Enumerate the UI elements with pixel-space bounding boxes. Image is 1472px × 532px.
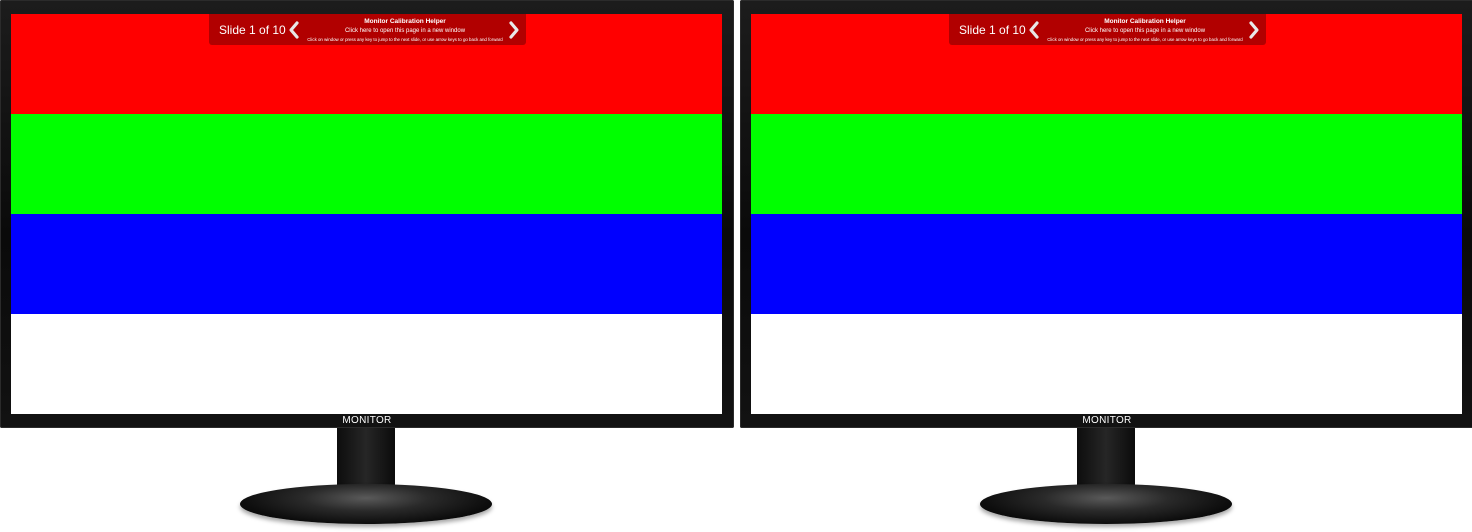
toolbar-info: Monitor Calibration Helper Click here to… — [1043, 17, 1247, 43]
monitor-stand-base — [240, 484, 492, 524]
monitor-right: Slide 1 of 10 Monitor Calibration Helper… — [740, 0, 1472, 532]
color-band-2 — [751, 114, 1462, 214]
color-band-3 — [751, 214, 1462, 314]
calibration-screen[interactable]: Slide 1 of 10 Monitor Calibration Helper… — [11, 14, 722, 414]
chevron-left-icon[interactable] — [1025, 20, 1043, 40]
open-new-window-link[interactable]: Click here to open this page in a new wi… — [1043, 26, 1247, 36]
color-band-4 — [751, 314, 1462, 414]
color-band-2 — [11, 114, 722, 214]
chevron-right-icon[interactable] — [505, 20, 523, 40]
chevron-right-icon[interactable] — [1245, 20, 1263, 40]
toolbar-title: Monitor Calibration Helper — [1104, 18, 1186, 25]
slide-counter: Slide 1 of 10 — [219, 23, 286, 37]
toolbar-info: Monitor Calibration Helper Click here to… — [303, 17, 507, 43]
calibration-screen[interactable]: Slide 1 of 10 Monitor Calibration Helper… — [751, 14, 1462, 414]
navigation-hint: Click on window or press any key to jump… — [1047, 37, 1243, 42]
slide-toolbar: Slide 1 of 10 Monitor Calibration Helper… — [209, 14, 526, 45]
toolbar-title: Monitor Calibration Helper — [364, 18, 446, 25]
side-by-side-monitors: Slide 1 of 10 Monitor Calibration Helper… — [0, 0, 1472, 532]
navigation-hint: Click on window or press any key to jump… — [307, 37, 503, 42]
slide-toolbar: Slide 1 of 10 Monitor Calibration Helper… — [949, 14, 1266, 45]
color-band-3 — [11, 214, 722, 314]
monitor-stand-base — [980, 484, 1232, 524]
chevron-left-icon[interactable] — [285, 20, 303, 40]
slide-counter: Slide 1 of 10 — [959, 23, 1026, 37]
monitor-brand-label: MONITOR — [342, 415, 392, 426]
color-band-4 — [11, 314, 722, 414]
monitor-left: Slide 1 of 10 Monitor Calibration Helper… — [0, 0, 734, 532]
open-new-window-link[interactable]: Click here to open this page in a new wi… — [303, 26, 507, 36]
monitor-brand-label: MONITOR — [1082, 415, 1132, 426]
